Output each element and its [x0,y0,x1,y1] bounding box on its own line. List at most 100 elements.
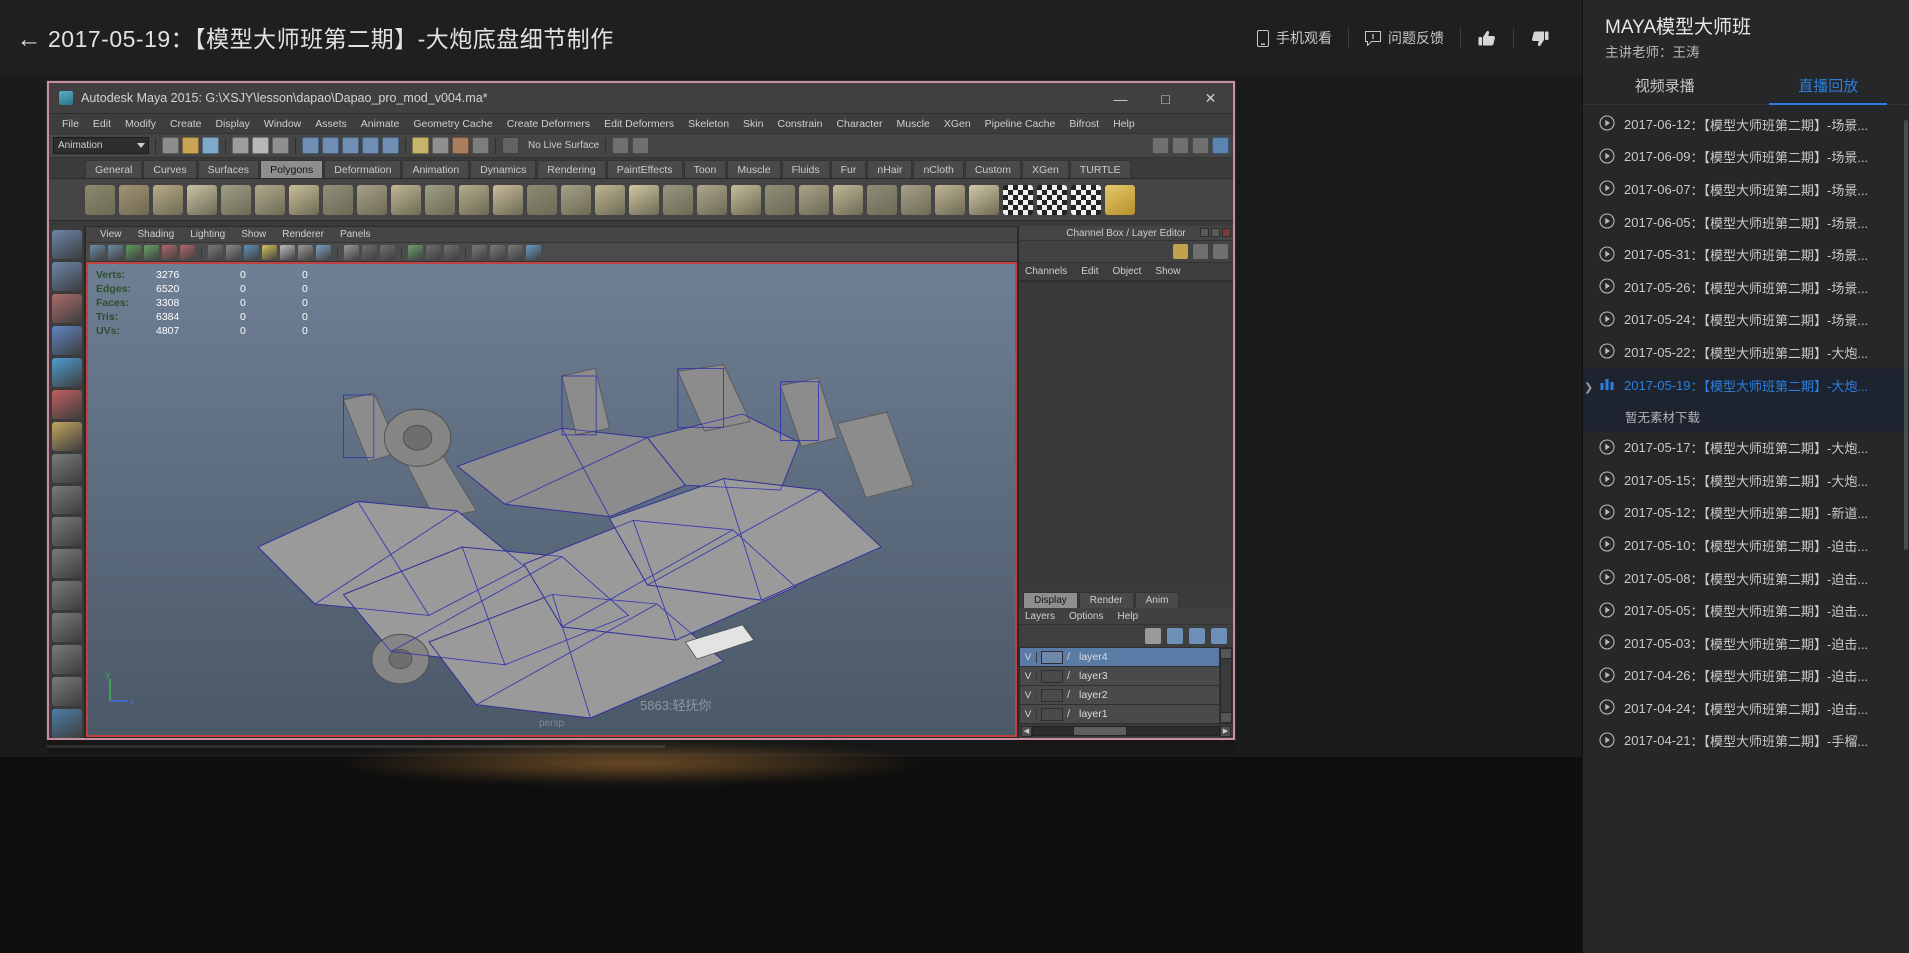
checker-tool-icon[interactable] [1003,185,1033,215]
smooth-shade-icon[interactable] [226,245,241,260]
shelf-tab-surfaces[interactable]: Surfaces [198,160,259,178]
shelf-tab-general[interactable]: General [85,160,142,178]
shelf-tool-icon-10[interactable] [391,185,421,215]
layer-tab-render[interactable]: Render [1079,592,1134,608]
shelf-tool-icon-26[interactable] [935,185,965,215]
open-scene-button[interactable] [182,137,199,154]
horizontal-scrollbar[interactable] [1032,726,1220,736]
dislike-button[interactable] [1514,23,1566,53]
construction-history-button[interactable] [412,137,429,154]
lesson-item[interactable]: 2017-05-03：【模型大师班第二期】-迫击... [1583,627,1909,660]
shelf-tool-icon-13[interactable] [493,185,523,215]
camera-preset-tool-icon[interactable] [52,709,82,738]
select-by-object-button[interactable] [252,137,269,154]
show-tool-settings-button[interactable] [1172,137,1189,154]
layer-tab-display[interactable]: Display [1023,592,1078,608]
shelf-tool-icon-8[interactable] [323,185,353,215]
checker-tool-icon-3[interactable] [1071,185,1101,215]
layer-visibility-toggle[interactable]: V [1020,652,1037,663]
shelf-tool-icon-2[interactable] [119,185,149,215]
lesson-item[interactable]: 2017-05-22：【模型大师班第二期】-大炮... [1583,336,1909,369]
maya-menu-help[interactable]: Help [1106,114,1142,134]
layer-menu-options[interactable]: Options [1069,611,1103,622]
shelf-tab-turtle[interactable]: TURTLE [1070,160,1131,178]
shelf-tool-icon-5[interactable] [221,185,251,215]
hypershade-tool-icon[interactable] [52,677,82,706]
maya-menu-display[interactable]: Display [208,114,256,134]
layer-color-swatch[interactable] [1041,689,1063,702]
maya-menu-animate[interactable]: Animate [354,114,407,134]
maya-menu-file[interactable]: File [55,114,86,134]
lesson-item-active[interactable]: ❯2017-05-19：【模型大师班第二期】-大炮... [1583,369,1909,402]
lesson-item[interactable]: 2017-06-07：【模型大师班第二期】-场景... [1583,173,1909,206]
maya-menu-pipeline-cache[interactable]: Pipeline Cache [978,114,1063,134]
exposure-icon[interactable] [408,245,423,260]
maya-menu-bifrost[interactable]: Bifrost [1062,114,1106,134]
shelf-tab-xgen[interactable]: XGen [1022,160,1069,178]
layer-row[interactable]: V/layer4 [1020,648,1219,666]
lesson-item[interactable]: 2017-05-05：【模型大师班第二期】-迫击... [1583,594,1909,627]
channel-box-tool-icon[interactable] [1173,244,1188,259]
channel-box-body[interactable] [1019,281,1233,590]
shelf-tool-icon-19[interactable] [697,185,727,215]
dock-maximize-button[interactable] [1211,228,1220,237]
maya-menu-assets[interactable]: Assets [308,114,354,134]
shelf-tool-icon-1[interactable] [85,185,115,215]
gamma-icon[interactable] [426,245,441,260]
shelf-tool-icon-12[interactable] [459,185,489,215]
shelf-tab-polygons[interactable]: Polygons [260,160,323,178]
layer-color-swatch[interactable] [1041,708,1063,721]
grid-tool-icon[interactable] [52,486,82,515]
layer-menu-help[interactable]: Help [1117,611,1138,622]
viewport-menu-shading[interactable]: Shading [130,229,183,240]
shelf-tool-icon-4[interactable] [187,185,217,215]
layer-visibility-toggle[interactable]: V [1020,709,1037,720]
layer-row[interactable]: V/layer1 [1020,705,1219,723]
camera-attributes-icon[interactable] [108,245,123,260]
shelf-tab-animation[interactable]: Animation [402,160,469,178]
layer-color-swatch[interactable] [1041,651,1063,664]
xray-icon[interactable] [362,245,377,260]
lesson-item[interactable]: 2017-04-21：【模型大师班第二期】-手榴... [1583,725,1909,758]
shelf-tab-ncloth[interactable]: nCloth [913,160,963,178]
show-manip-tool-icon[interactable] [52,517,82,546]
shelf-tab-nhair[interactable]: nHair [867,160,912,178]
snap-point-button[interactable] [342,137,359,154]
shelf-tab-rendering[interactable]: Rendering [537,160,605,178]
render-settings-button[interactable] [472,137,489,154]
snap-grid-button[interactable] [302,137,319,154]
layer-color-swatch[interactable] [1041,670,1063,683]
lesson-item[interactable]: 2017-06-12：【模型大师班第二期】-场景... [1583,108,1909,141]
two-d-pan-zoom-icon[interactable] [162,245,177,260]
sidebar-tab-recorded-video[interactable]: 视频录播 [1583,69,1747,104]
channel-menu-channels[interactable]: Channels [1025,266,1067,277]
maya-menu-muscle[interactable]: Muscle [890,114,937,134]
motion-blur-icon[interactable] [316,245,331,260]
new-layer-icon[interactable] [1189,628,1205,644]
lesson-item[interactable]: 2017-04-24：【模型大师班第二期】-迫击... [1583,692,1909,725]
maya-menu-window[interactable]: Window [257,114,308,134]
layer-visibility-toggle[interactable]: V [1020,671,1037,682]
shelf-tool-icon-14[interactable] [527,185,557,215]
scroll-right-arrow[interactable]: ▶ [1220,726,1231,737]
select-camera-icon[interactable] [90,245,105,260]
paint-select-tool-icon[interactable] [52,294,82,323]
shelf-tab-fluids[interactable]: Fluids [782,160,830,178]
layer-sort-icon[interactable] [1145,628,1161,644]
viewport-menu-show[interactable]: Show [233,229,274,240]
lesson-list[interactable]: 2017-06-12：【模型大师班第二期】-场景...2017-06-09：【模… [1583,108,1909,953]
component-tool-icon[interactable] [52,549,82,578]
shadows-icon[interactable] [280,245,295,260]
maya-menu-edit-deformers[interactable]: Edit Deformers [597,114,681,134]
rotate-tool-icon[interactable] [52,358,82,387]
viewport-menu-renderer[interactable]: Renderer [274,229,332,240]
shelf-tool-icon-17[interactable] [629,185,659,215]
grease-pencil-icon[interactable] [180,245,195,260]
render-region-icon[interactable] [472,245,487,260]
ipr-render-button[interactable] [452,137,469,154]
shelf-tool-icon-9[interactable] [357,185,387,215]
shelf-tab-dynamics[interactable]: Dynamics [470,160,536,178]
snap-view-plane-button[interactable] [382,137,399,154]
shelf-tool-icon-27[interactable] [969,185,999,215]
shelf-tool-icon-24[interactable] [867,185,897,215]
